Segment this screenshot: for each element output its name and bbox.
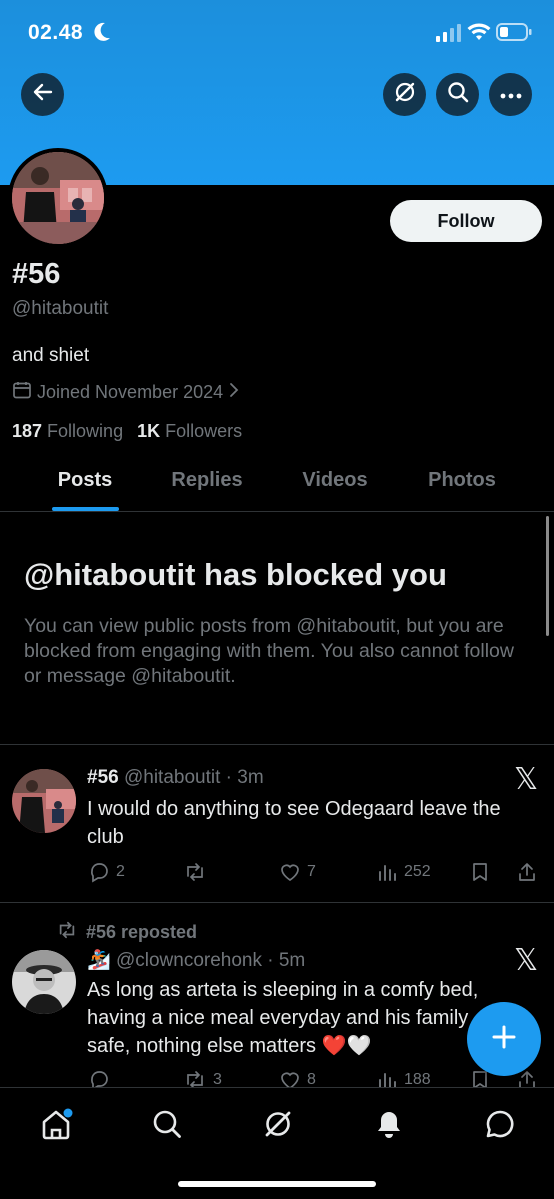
tweet-actions: 3 8 188: [88, 1069, 538, 1087]
moon-icon: [92, 20, 112, 49]
chevron-right-icon: [228, 382, 240, 403]
bell-icon: [373, 1108, 405, 1145]
nav-home[interactable]: [36, 1106, 76, 1146]
back-arrow-icon: [32, 81, 54, 108]
grok-icon: [393, 80, 417, 109]
profile-handle: @hitaboutit: [12, 298, 109, 319]
search-icon: [446, 80, 470, 109]
repost-label: #56 reposted: [86, 922, 198, 942]
tweet-avatar[interactable]: [12, 769, 76, 833]
reply-button[interactable]: 2: [88, 861, 125, 883]
grok-icon: [262, 1108, 294, 1145]
divider: [0, 902, 554, 903]
like-count: 8: [307, 1071, 316, 1087]
follow-button[interactable]: Follow: [390, 200, 542, 242]
search-icon: [151, 1108, 183, 1145]
tab-photos[interactable]: Photos: [428, 469, 496, 492]
nav-messages[interactable]: [480, 1106, 520, 1146]
author-emoji: 🏂: [87, 950, 111, 971]
reply-count: 2: [116, 863, 125, 880]
compose-button[interactable]: [467, 1002, 541, 1076]
wifi-icon: [467, 22, 491, 47]
repost-count: 3: [213, 1071, 222, 1087]
battery-icon: [496, 23, 532, 46]
more-button[interactable]: [489, 73, 532, 116]
scrollbar[interactable]: [546, 516, 549, 636]
profile-tabs: Posts Replies Videos Photos: [0, 455, 554, 512]
repost-button[interactable]: [183, 861, 213, 883]
blocked-message: You can view public posts from @hitabout…: [24, 615, 514, 687]
nav-grok[interactable]: [258, 1106, 298, 1146]
joined-label: Joined November 2024: [37, 382, 224, 402]
tweet-avatar[interactable]: [12, 950, 76, 1014]
plus-icon: [490, 1023, 518, 1056]
profile-bio: and shiet: [12, 345, 90, 366]
tweet-text[interactable]: As long as arteta is sleeping in a comfy…: [87, 976, 517, 1060]
nav-notifications[interactable]: [369, 1106, 409, 1146]
tab-videos[interactable]: Videos: [302, 469, 367, 492]
views-button[interactable]: 252: [376, 861, 431, 883]
x-logo-icon: 𝕏: [514, 944, 539, 977]
tweet-header: 🏂 @clowncorehonk · 5m: [87, 948, 305, 972]
chat-bubble-icon: [484, 1108, 516, 1145]
more-icon: [500, 86, 522, 104]
signal-icon: [436, 24, 462, 47]
reply-button[interactable]: [88, 1069, 116, 1087]
tweet-actions: 2 7 252: [88, 861, 538, 887]
blocked-title: @hitaboutit has blocked you: [24, 557, 447, 592]
search-button[interactable]: [436, 73, 479, 116]
active-tab-indicator: [52, 507, 119, 511]
views-button[interactable]: 188: [376, 1069, 431, 1087]
share-button[interactable]: [517, 861, 537, 883]
repost-icon: [56, 920, 78, 945]
views-count: 252: [404, 863, 431, 880]
views-count: 188: [404, 1071, 431, 1087]
x-logo-icon: 𝕏: [514, 763, 539, 796]
followers-link[interactable]: 1K Followers: [137, 421, 242, 442]
tab-replies[interactable]: Replies: [171, 469, 242, 492]
profile-avatar[interactable]: [8, 148, 108, 248]
like-count: 7: [307, 863, 316, 880]
repost-button[interactable]: 3: [183, 1069, 222, 1087]
calendar-icon: [12, 380, 32, 405]
follow-counts: 187 Following 1K Followers: [12, 421, 242, 442]
following-label: Following: [47, 421, 124, 441]
status-time: 02.48: [28, 21, 84, 44]
home-indicator[interactable]: [178, 1181, 376, 1187]
like-button[interactable]: 8: [279, 1069, 316, 1087]
repost-indicator[interactable]: #56 reposted: [56, 920, 197, 945]
like-button[interactable]: 7: [279, 861, 316, 883]
profile-name: #56: [12, 258, 61, 290]
divider: [0, 744, 554, 745]
bookmark-button[interactable]: [470, 861, 490, 883]
grok-button[interactable]: [383, 73, 426, 116]
tweet-meta[interactable]: @clowncorehonk · 5m: [116, 950, 305, 971]
home-icon: [39, 1107, 73, 1146]
followers-count: 1K: [137, 421, 161, 441]
tweet-author-name[interactable]: #56: [87, 767, 119, 788]
following-link[interactable]: 187 Following: [12, 421, 123, 442]
joined-date[interactable]: Joined November 2024: [12, 380, 240, 405]
back-button[interactable]: [21, 73, 64, 116]
tweet-header: #56 @hitaboutit · 3m: [87, 767, 264, 789]
status-bar: 02.48: [0, 18, 554, 50]
tweet-text[interactable]: I would do anything to see Odegaard leav…: [87, 795, 537, 851]
nav-search[interactable]: [147, 1106, 187, 1146]
following-count: 187: [12, 421, 43, 441]
tab-posts[interactable]: Posts: [58, 469, 112, 492]
followers-label: Followers: [165, 421, 243, 441]
tweet-meta: @hitaboutit · 3m: [123, 767, 264, 788]
